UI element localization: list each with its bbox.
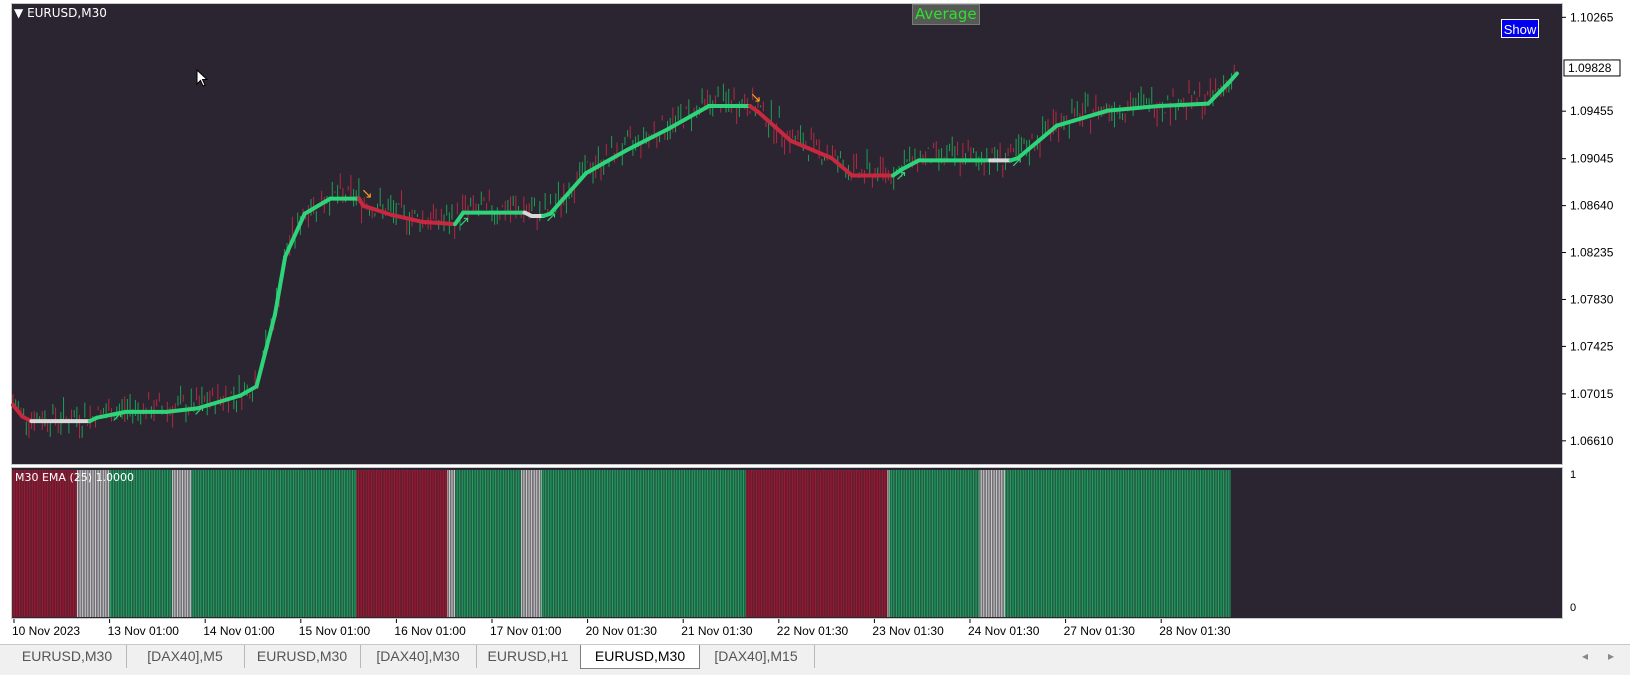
trend-line-segment [1105,103,1162,113]
time-tick-label: 24 Nov 01:30 [968,624,1040,638]
trend-line-segment [625,127,670,152]
trend-line-segment [1206,80,1231,106]
time-tick-label: 20 Nov 01:30 [586,624,658,638]
buy-signal-icon: ↗ [895,168,907,184]
time-tick-label: 23 Nov 01:30 [872,624,944,638]
price-tick-label: 1.10265 [1570,10,1614,24]
sell-signal-icon: ↘ [361,186,373,202]
scroll-left-icon[interactable]: ◂ [1582,649,1588,663]
chart-svg: ↘ ↘ ↗ ↗ ↗ ↗ ↗ ↗ 1.10265 1.09455 1.09045 1.08640 1.08… [11,10,1621,638]
trend-line-segment [272,254,288,317]
time-tick-label: 17 Nov 01:00 [490,624,562,638]
time-tick-label: 22 Nov 01:30 [777,624,849,638]
time-tick-label: 27 Nov 01:30 [1064,624,1136,638]
buy-signal-icon: ↗ [545,209,557,225]
chart-tab[interactable]: EURUSD,H1 [476,645,581,668]
chart-window[interactable]: ↘ ↘ ↗ ↗ ↗ ↗ ↗ ↗ 1.10265 1.09455 1.09045 1.08640 1.08… [0,0,1630,644]
dropdown-triangle-icon[interactable]: ▼ [14,6,23,20]
chart-tab[interactable]: [DAX40],M30 [360,645,477,668]
price-tick-label: 1.07425 [1570,339,1614,353]
time-tick-label: 16 Nov 01:00 [394,624,466,638]
mouse-pointer-icon [196,69,209,87]
trend-line-segment [1157,101,1211,108]
time-tick-label: 14 Nov 01:00 [203,624,275,638]
price-tick-label: 1.08640 [1570,199,1614,213]
time-tick-label: 10 Nov 2023 [12,624,80,638]
trend-line-segment [420,219,458,227]
trend-line-segment [283,211,307,259]
chart-tab-bar: EURUSD,M30 [DAX40],M5 EURUSD,M30 [DAX40],M3… [0,644,1630,675]
indicator-scale-label: 0 [1570,602,1576,614]
time-tick-label: 28 Nov 01:30 [1159,624,1231,638]
price-tick-label: 1.09045 [1570,152,1614,166]
scroll-right-icon[interactable]: ▸ [1608,649,1614,663]
average-button[interactable]: Average [912,4,980,25]
time-tick-label: 15 Nov 01:00 [299,624,371,638]
current-price-label: 1.09828 [1568,61,1612,75]
time-tick-label: 21 Nov 01:30 [681,624,753,638]
chart-tab[interactable]: EURUSD,M30 [244,645,361,668]
price-tick-label: 1.06610 [1570,434,1614,448]
trend-line-segment [829,156,855,178]
indicator-scale-label: 1 [1570,469,1576,481]
chart-tab[interactable]: EURUSD,M30 [8,645,127,668]
trend-line-segment [1226,71,1239,85]
chart-tab[interactable]: EURUSD,M30 [580,645,700,669]
price-tick-label: 1.08235 [1570,246,1614,260]
indicator-label: M30 EMA (25) 1.0000 [15,471,135,484]
price-tick-label: 1.07015 [1570,387,1614,401]
buy-signal-icon: ↗ [1011,154,1023,170]
price-tick-label: 1.09455 [1570,104,1614,118]
buy-signal-icon: ↗ [111,409,123,425]
buy-signal-icon: ↗ [458,214,470,230]
price-tick-label: 1.07830 [1570,292,1614,306]
sell-signal-icon: ↘ [750,90,762,106]
chart-tab[interactable]: [DAX40],M15 [698,645,815,668]
chart-tab[interactable]: [DAX40],M5 [126,645,245,668]
show-button[interactable]: Show [1501,19,1539,38]
trend-line-segment [788,138,834,161]
trend-line-segment [238,384,259,398]
buy-signal-icon: ↗ [193,403,205,419]
symbol-label: ▼ EURUSD,M30 [14,6,107,20]
symbol-text: EURUSD,M30 [27,6,107,20]
trend-line-segment [254,312,277,389]
time-tick-label: 13 Nov 01:00 [108,624,180,638]
